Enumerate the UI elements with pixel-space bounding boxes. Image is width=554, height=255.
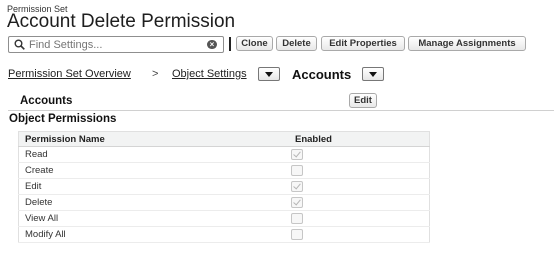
permission-name: Modify All [18,226,289,243]
clone-button[interactable]: Clone [236,36,273,51]
section-divider [8,110,554,111]
table-body: Read Create Edit Delete View All Modify All [18,146,430,243]
search-box[interactable]: × [8,36,224,53]
enabled-checkbox [291,180,303,192]
table-row: Delete [18,194,430,211]
delete-button[interactable]: Delete [276,36,317,51]
search-icon [14,39,25,50]
enabled-cell [289,162,430,179]
permission-name: Read [18,146,289,163]
accounts-dropdown-icon[interactable] [362,67,384,81]
breadcrumb-separator: > [152,68,159,80]
section-title: Accounts [20,95,73,107]
clear-search-icon[interactable]: × [207,40,217,49]
enabled-cell [289,178,430,195]
enabled-checkbox [291,212,303,224]
table-row: View All [18,210,430,227]
table-header-row: Permission Name Enabled [18,131,430,147]
column-header-permission-name: Permission Name [18,131,289,147]
toolbar: × Clone Delete Edit Properties Manage As… [8,36,554,54]
breadcrumb-overview-link[interactable]: Permission Set Overview [8,68,131,80]
enabled-checkbox [291,228,303,240]
table-row: Read [18,146,430,163]
edit-button[interactable]: Edit [349,93,377,108]
breadcrumb-object-settings-link[interactable]: Object Settings [172,68,247,80]
object-permissions-heading: Object Permissions [9,113,117,125]
permission-name: Edit [18,178,289,195]
enabled-cell [289,194,430,211]
enabled-cell [289,210,430,227]
object-permissions-table: Permission Name Enabled Read Create Edit De… [18,131,430,243]
enabled-checkbox [291,196,303,208]
table-row: Edit [18,178,430,195]
toolbar-separator [229,37,231,51]
permission-name: Delete [18,194,289,211]
edit-properties-button[interactable]: Edit Properties [321,36,405,51]
manage-assignments-button[interactable]: Manage Assignments [408,36,526,51]
table-row: Create [18,162,430,179]
breadcrumb-current: Accounts [292,67,352,82]
table-row: Modify All [18,226,430,243]
page-title: Account Delete Permission [7,11,236,32]
permission-name: Create [18,162,289,179]
enabled-checkbox [291,164,303,176]
column-header-enabled: Enabled [289,131,430,147]
enabled-checkbox [291,148,303,160]
object-settings-dropdown-icon[interactable] [258,67,280,81]
enabled-cell [289,226,430,243]
search-input[interactable] [25,38,201,51]
enabled-cell [289,146,430,163]
permission-name: View All [18,210,289,227]
